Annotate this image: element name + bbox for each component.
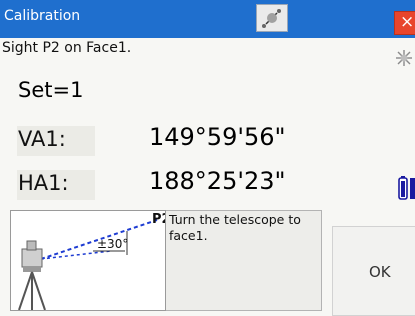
va1-value: 149°59'56" [149,123,286,151]
title-bar: Calibration × [0,0,415,38]
sun-icon [396,50,412,66]
ha1-label: HA1: [18,171,69,195]
ok-button[interactable]: OK [332,226,415,316]
instruction-text: Sight P2 on Face1. [2,40,132,56]
sighting-diagram: P2 ±30° [10,210,171,311]
ha1-value: 188°25'23" [149,167,286,195]
window-title: Calibration [4,8,81,24]
angle-range-label: ±30° [97,237,128,251]
set-number: Set=1 [18,78,84,102]
ok-button-label: OK [369,263,391,281]
va1-label: VA1: [18,127,66,151]
connection-icon[interactable] [256,4,288,32]
hint-text: Turn the telescope to face1. [169,212,301,243]
p2-point-label: P2 [152,212,165,227]
total-station-icon [18,240,46,311]
hint-panel: Turn the telescope to face1. [166,210,322,311]
close-button[interactable]: × [394,11,415,35]
battery-icon [398,176,415,200]
